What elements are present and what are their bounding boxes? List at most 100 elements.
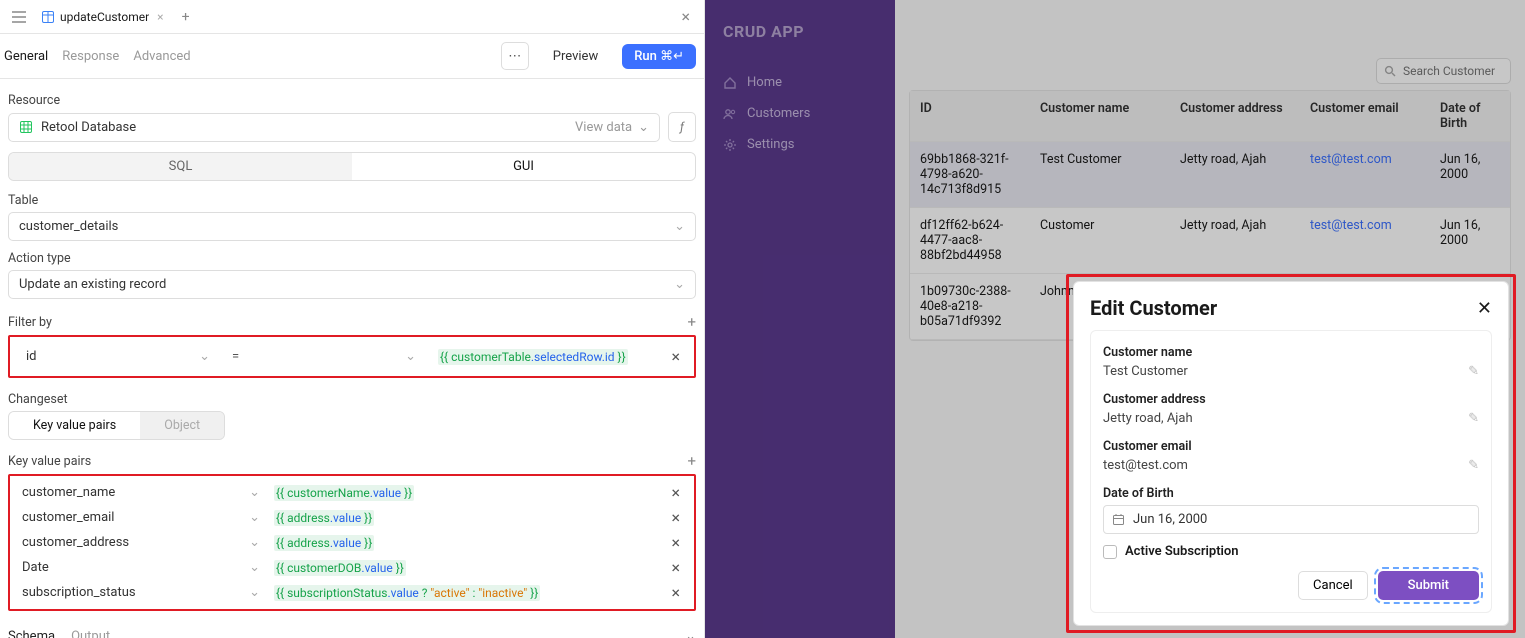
table-label: Table <box>8 193 696 208</box>
view-data-link[interactable]: View data ⌄ <box>575 120 649 135</box>
subtab-advanced[interactable]: Advanced <box>133 47 190 66</box>
output-tab[interactable]: Output <box>71 629 110 638</box>
editor-tabs: updateCustomer × + × <box>0 0 704 34</box>
table-icon <box>42 11 54 23</box>
hamburger-icon[interactable] <box>8 9 30 25</box>
customer-search <box>1376 58 1511 84</box>
label-addr: Customer address <box>1103 392 1479 407</box>
chevron-down-icon: ⌄ <box>249 560 260 575</box>
col-dob[interactable]: Date of Birth <box>1430 91 1510 142</box>
app-preview-pane: CRUD APP Home Customers Settings ID C <box>705 0 1525 638</box>
table-row[interactable]: df12ff62-b624-4477-aac8-88bf2bd44958 Cus… <box>910 208 1510 274</box>
collapse-schema-icon[interactable]: ⌄ <box>685 629 696 638</box>
run-button[interactable]: Run ⌘↵ <box>622 44 696 69</box>
kv-value-input[interactable]: {{ address.value }} <box>270 534 659 552</box>
pencil-icon[interactable]: ✎ <box>1468 411 1479 426</box>
add-tab-button[interactable]: + <box>176 7 196 27</box>
modal-close-icon[interactable]: ✕ <box>1477 298 1492 319</box>
submit-button[interactable]: Submit <box>1378 571 1479 600</box>
editor-toolbar: General Response Advanced ⋯ Preview Run … <box>0 34 704 79</box>
input-name[interactable]: Test Customer✎ <box>1103 360 1479 386</box>
chevron-down-icon: ⌄ <box>199 349 210 364</box>
app-nav: Home Customers Settings <box>705 63 895 164</box>
add-filter-button[interactable]: + <box>687 313 696 331</box>
col-name[interactable]: Customer name <box>1030 91 1170 142</box>
users-icon <box>723 107 737 121</box>
active-subscription-row[interactable]: Active Subscription <box>1103 544 1479 559</box>
resource-value: Retool Database <box>41 120 136 135</box>
pencil-icon[interactable]: ✎ <box>1468 458 1479 473</box>
kv-key-select[interactable]: Date⌄ <box>18 558 264 577</box>
kv-key-select[interactable]: customer_address⌄ <box>18 533 264 552</box>
col-email[interactable]: Customer email <box>1300 91 1430 142</box>
kv-key-select[interactable]: customer_email⌄ <box>18 508 264 527</box>
changeset-toggle: Key value pairs Object <box>8 411 225 440</box>
remove-filter-icon[interactable]: × <box>665 347 686 366</box>
table-row[interactable]: 69bb1868-321f-4798-a620-14c713f8d915 Tes… <box>910 142 1510 208</box>
fx-button[interactable]: ƒ <box>668 112 696 142</box>
col-id[interactable]: ID <box>910 91 1030 142</box>
changeset-label: Changeset <box>8 392 696 407</box>
label-email: Customer email <box>1103 439 1479 454</box>
chevron-down-icon: ⌄ <box>674 277 685 292</box>
nav-home[interactable]: Home <box>715 69 885 96</box>
kv-value-input[interactable]: {{ customerDOB.value }} <box>270 559 659 577</box>
input-addr[interactable]: Jetty road, Ajah✎ <box>1103 407 1479 433</box>
kv-row: Date⌄ {{ customerDOB.value }} × <box>14 555 690 580</box>
label-name: Customer name <box>1103 345 1479 360</box>
action-select[interactable]: Update an existing record⌄ <box>8 270 696 299</box>
gear-icon <box>723 138 737 152</box>
tab-close-icon[interactable]: × <box>157 10 163 24</box>
changeset-kv-option[interactable]: Key value pairs <box>9 412 140 439</box>
tab-updatecustomer[interactable]: updateCustomer × <box>34 6 172 28</box>
more-options-button[interactable]: ⋯ <box>501 42 529 70</box>
filter-row: id⌄ =⌄ {{ customerTable.selectedRow.id }… <box>14 341 690 372</box>
search-icon <box>1384 65 1396 77</box>
kvs-highlight-box: customer_name⌄ {{ customerName.value }} … <box>8 474 696 611</box>
kv-value-input[interactable]: {{ customerName.value }} <box>270 484 659 502</box>
input-email[interactable]: test@test.com✎ <box>1103 454 1479 480</box>
col-addr[interactable]: Customer address <box>1170 91 1300 142</box>
pencil-icon[interactable]: ✎ <box>1468 364 1479 379</box>
remove-kv-icon[interactable]: × <box>665 483 686 502</box>
cancel-button[interactable]: Cancel <box>1298 571 1368 600</box>
add-kv-button[interactable]: + <box>687 452 696 470</box>
chevron-down-icon: ⌄ <box>249 510 260 525</box>
chevron-down-icon: ⌄ <box>249 485 260 500</box>
remove-kv-icon[interactable]: × <box>665 583 686 602</box>
filter-column-select[interactable]: id⌄ <box>18 345 218 368</box>
editor-subtabs: General Response Advanced <box>4 47 191 66</box>
kv-row: customer_name⌄ {{ customerName.value }} … <box>14 480 690 505</box>
remove-kv-icon[interactable]: × <box>665 508 686 527</box>
query-editor-pane: updateCustomer × + × General Response Ad… <box>0 0 705 638</box>
remove-kv-icon[interactable]: × <box>665 533 686 552</box>
resource-select[interactable]: Retool Database View data ⌄ <box>8 113 660 142</box>
customer-search-input[interactable] <box>1376 58 1511 84</box>
preview-button[interactable]: Preview <box>543 44 608 69</box>
mode-gui[interactable]: GUI <box>352 153 695 180</box>
remove-kv-icon[interactable]: × <box>665 558 686 577</box>
subtab-response[interactable]: Response <box>62 47 119 66</box>
subtab-general[interactable]: General <box>4 47 48 66</box>
checkbox-icon[interactable] <box>1103 545 1117 559</box>
input-dob[interactable]: Jun 16, 2000 <box>1103 505 1479 534</box>
kv-key-select[interactable]: customer_name⌄ <box>18 483 264 502</box>
kv-row: customer_address⌄ {{ address.value }} × <box>14 530 690 555</box>
schema-tab[interactable]: Schema <box>8 629 55 638</box>
kv-key-select[interactable]: subscription_status⌄ <box>18 583 264 602</box>
kv-value-input[interactable]: {{ subscriptionStatus.value ? "active" :… <box>270 584 659 602</box>
nav-customers[interactable]: Customers <box>715 100 885 127</box>
changeset-object-option[interactable]: Object <box>140 412 224 439</box>
table-select[interactable]: customer_details⌄ <box>8 212 696 241</box>
nav-settings[interactable]: Settings <box>715 131 885 158</box>
kvs-label: Key value pairs + <box>8 452 696 470</box>
modal-actions: Cancel Submit <box>1103 571 1479 600</box>
kv-value-input[interactable]: {{ address.value }} <box>270 509 659 527</box>
filter-value-input[interactable]: {{ customerTable.selectedRow.id }} <box>430 346 659 368</box>
chevron-down-icon: ⌄ <box>674 219 685 234</box>
filter-operator-select[interactable]: =⌄ <box>224 345 424 368</box>
mode-sql[interactable]: SQL <box>9 153 352 180</box>
calendar-icon <box>1112 513 1125 526</box>
close-panel-icon[interactable]: × <box>675 5 696 28</box>
table-header: ID Customer name Customer address Custom… <box>910 91 1510 142</box>
